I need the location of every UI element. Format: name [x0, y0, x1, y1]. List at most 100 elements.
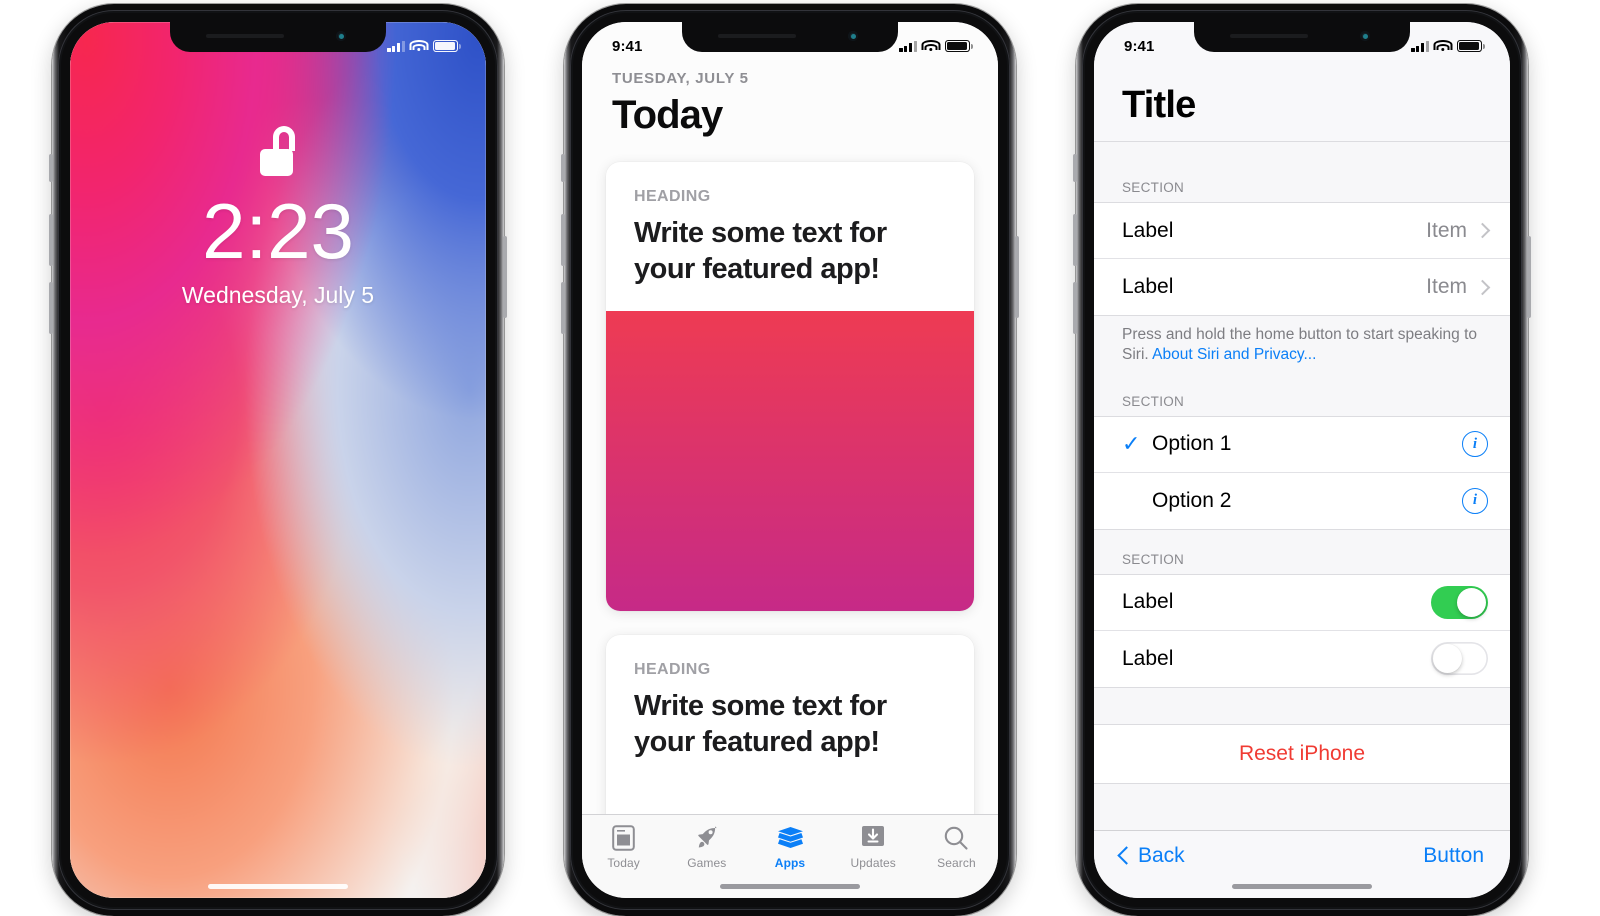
status-time: [100, 42, 154, 46]
lockscreen-date: Wednesday, July 5: [181, 282, 375, 308]
row-label: Label: [1122, 646, 1174, 670]
wifi-icon: [409, 40, 429, 52]
front-camera-icon: [848, 31, 858, 41]
phone-device-appstore: TUESDAY, JULY 5 Today HEADING Write some…: [561, 4, 1019, 916]
earpiece-speaker-icon: [206, 34, 284, 38]
chevron-right-icon: [1474, 279, 1491, 295]
toggle-switch-on[interactable]: [1431, 585, 1488, 619]
status-time: 9:41: [1124, 37, 1155, 55]
page-title: Title: [1122, 84, 1196, 126]
cellular-bars-icon: [387, 40, 405, 52]
section-header: SECTION: [1122, 393, 1185, 409]
phone-device-lockscreen: 2:23 Wednesday, July 5: [49, 4, 507, 916]
info-circle-icon[interactable]: i: [1462, 431, 1488, 458]
battery-icon: [433, 40, 461, 52]
volume-down-button[interactable]: [561, 282, 565, 334]
power-button[interactable]: [1527, 236, 1531, 318]
status-time: 9:41: [612, 37, 643, 55]
stacked-layers-icon: [777, 824, 804, 852]
section-footnote: Press and hold the home button to start …: [1094, 316, 1510, 372]
home-indicator[interactable]: [720, 884, 860, 889]
card-artwork: [606, 311, 974, 612]
back-label: Back: [1138, 843, 1185, 867]
settings-group: Label Label: [1094, 573, 1510, 688]
mute-switch[interactable]: [49, 154, 53, 182]
siri-privacy-link[interactable]: About Siri and Privacy...: [1152, 346, 1316, 363]
unlocked-padlock-icon: [256, 126, 300, 176]
home-indicator[interactable]: [208, 884, 348, 889]
info-circle-icon[interactable]: i: [1462, 487, 1488, 514]
cellular-bars-icon: [1411, 40, 1429, 52]
featured-card[interactable]: HEADING Write some text for your feature…: [606, 635, 974, 814]
featured-card[interactable]: HEADING Write some text for your feature…: [606, 162, 974, 612]
lockscreen-time: 2:23: [202, 187, 354, 275]
card-heading: HEADING: [634, 661, 711, 679]
wifi-icon: [921, 40, 941, 52]
table-row[interactable]: Option 2 i: [1094, 473, 1510, 529]
today-scroll-view[interactable]: TUESDAY, JULY 5 Today HEADING Write some…: [582, 22, 998, 814]
row-value: Item: [1426, 275, 1467, 298]
table-row[interactable]: Label Item: [1094, 203, 1510, 259]
mute-switch[interactable]: [1073, 154, 1077, 182]
tab-games[interactable]: Games: [665, 824, 748, 870]
chevron-left-icon: [1117, 846, 1136, 865]
row-value: Item: [1426, 218, 1467, 242]
notch: [170, 22, 386, 52]
table-row[interactable]: Label: [1094, 631, 1510, 687]
tab-label: Updates: [850, 856, 896, 870]
volume-down-button[interactable]: [1073, 282, 1077, 334]
checkmark-icon: ✓: [1122, 431, 1141, 457]
tab-apps[interactable]: Apps: [748, 824, 831, 870]
table-row[interactable]: ✓ Option 1 i: [1094, 417, 1510, 473]
tab-label: Today: [607, 856, 640, 870]
row-label: Label: [1122, 218, 1174, 242]
card-heading: HEADING: [634, 188, 711, 205]
volume-up-button[interactable]: [561, 214, 565, 266]
tab-today[interactable]: Today: [582, 824, 665, 870]
home-indicator[interactable]: [1232, 884, 1372, 889]
front-camera-icon: [1360, 31, 1370, 41]
power-button[interactable]: [1015, 236, 1019, 318]
settings-group: ✓ Option 1 i Option 2 i: [1094, 415, 1510, 530]
table-row[interactable]: Label: [1094, 575, 1510, 631]
chevron-right-icon: [1474, 222, 1491, 239]
today-card-icon: [612, 824, 635, 852]
notch: [1194, 22, 1410, 52]
reset-iphone-button[interactable]: Reset iPhone: [1094, 723, 1510, 784]
phone-device-settings: Title SECTION Label Item Label Item Pres…: [1073, 4, 1531, 916]
tab-updates[interactable]: Updates: [832, 824, 915, 870]
phone2-screen: TUESDAY, JULY 5 Today HEADING Write some…: [582, 22, 998, 898]
battery-icon: [1457, 40, 1485, 52]
toolbar-button[interactable]: Button: [1423, 844, 1484, 868]
settings-list[interactable]: SECTION Label Item Label Item Press and …: [1094, 158, 1510, 830]
wifi-icon: [1433, 40, 1453, 52]
page-title: Today: [612, 93, 723, 137]
tab-label: Apps: [774, 856, 806, 870]
phone1-screen: 2:23 Wednesday, July 5: [70, 22, 486, 898]
mute-switch[interactable]: [561, 154, 565, 182]
card-title: Write some text for your featured app!: [634, 217, 887, 285]
card-title: Write some text for your featured app!: [634, 690, 887, 758]
rocket-icon: [694, 824, 720, 852]
power-button[interactable]: [503, 236, 507, 318]
back-button[interactable]: Back: [1117, 843, 1185, 868]
row-label: Label: [1122, 590, 1174, 614]
settings-group: Label Item Label Item: [1094, 202, 1510, 316]
table-row[interactable]: Label Item: [1094, 259, 1510, 315]
row-label: Option 1: [1152, 432, 1232, 456]
toggle-switch-off[interactable]: [1431, 642, 1488, 676]
download-arrow-icon: [861, 824, 885, 852]
search-icon: [943, 824, 969, 852]
phone3-screen: Title SECTION Label Item Label Item Pres…: [1094, 22, 1510, 898]
row-label: Option 2: [1152, 488, 1232, 512]
tab-label: Search: [937, 856, 976, 870]
cellular-bars-icon: [899, 40, 917, 52]
today-date: TUESDAY, JULY 5: [612, 70, 749, 87]
tab-search[interactable]: Search: [915, 824, 998, 870]
volume-up-button[interactable]: [1073, 214, 1077, 266]
earpiece-speaker-icon: [1230, 34, 1308, 38]
volume-up-button[interactable]: [49, 214, 53, 266]
volume-down-button[interactable]: [49, 282, 53, 334]
notch: [682, 22, 898, 52]
